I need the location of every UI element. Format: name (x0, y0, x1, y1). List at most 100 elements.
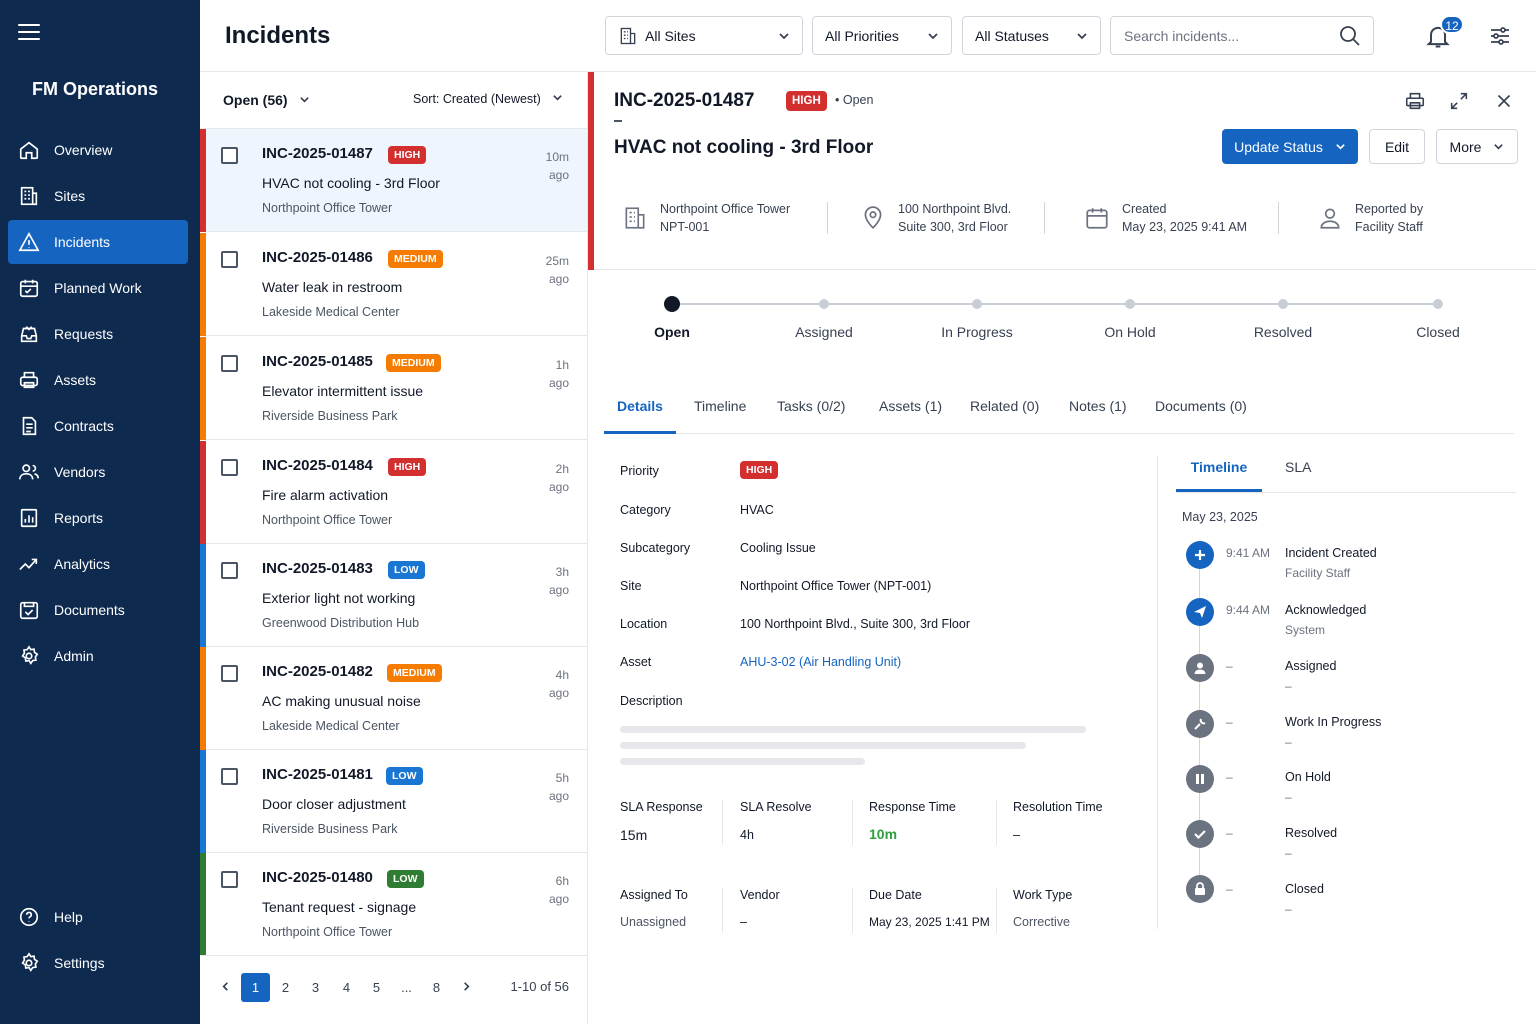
priority-badge: HIGH (786, 91, 827, 111)
calendar-icon (1086, 208, 1108, 229)
nav-item-label: Settings (54, 955, 105, 971)
incident-card[interactable]: INC-2025-01485 MEDIUM Elevator intermitt… (200, 337, 587, 440)
meta-reporter: Reported by Facility Staff (1317, 200, 1423, 236)
age-value: 4h (555, 668, 569, 682)
field-label: Priority (620, 464, 659, 478)
select-checkbox[interactable] (221, 251, 238, 268)
incident-card[interactable]: INC-2025-01486 MEDIUM Water leak in rest… (200, 233, 587, 336)
expand-icon[interactable] (1448, 90, 1470, 112)
nav-item-label: Assets (54, 372, 97, 388)
menu-icon[interactable] (18, 24, 40, 42)
more-label: More (1449, 138, 1482, 155)
chevron-down-icon (1336, 144, 1345, 150)
nav-item-admin[interactable]: Admin (8, 634, 188, 678)
site-filter-dropdown[interactable]: All Sites (605, 16, 803, 55)
priority-badge: LOW (387, 870, 424, 888)
page-button[interactable]: 1 (241, 973, 270, 1002)
select-checkbox[interactable] (221, 665, 238, 682)
select-checkbox[interactable] (221, 147, 238, 164)
select-checkbox[interactable] (221, 355, 238, 372)
meta-address: 100 Northpoint Blvd. Suite 300, 3rd Floor (860, 200, 1011, 236)
incident-title: Exterior light not working (262, 590, 416, 606)
priority-badge: HIGH (740, 461, 779, 479)
sliders-icon[interactable] (1488, 24, 1512, 48)
open-filter-dropdown[interactable]: Open (56) (223, 92, 310, 108)
nav-item-settings[interactable]: Settings (8, 941, 188, 985)
tab-timeline[interactable]: Timeline (694, 398, 746, 434)
nav-item-vendors[interactable]: Vendors (8, 450, 188, 494)
detail-tabs: Details Timeline Tasks (0/2) Assets (1) … (604, 386, 1514, 434)
nav-item-overview[interactable]: Overview (8, 128, 188, 172)
select-checkbox[interactable] (221, 459, 238, 476)
prev-page-button[interactable] (211, 973, 240, 1002)
page-button[interactable]: 8 (422, 973, 451, 1002)
edit-button[interactable]: Edit (1369, 129, 1425, 164)
tab-notes[interactable]: Notes (1) (1069, 398, 1127, 434)
age-suffix: ago (548, 376, 569, 390)
meta-site: Northpoint Office Tower NPT-001 (622, 200, 790, 236)
incident-id: INC-2025-01483 (262, 560, 373, 577)
incident-card[interactable]: INC-2025-01481 LOW Door closer adjustmen… (200, 750, 587, 853)
timeline-sub: – (1285, 735, 1292, 749)
age-suffix: ago (548, 168, 569, 182)
incident-id: INC-2025-01480 (262, 869, 373, 886)
incident-card[interactable]: INC-2025-01482 MEDIUM AC making unusual … (200, 647, 587, 750)
tab-timeline-side[interactable]: Timeline (1176, 459, 1262, 492)
timeline-sub: – (1285, 902, 1292, 916)
incident-card[interactable]: INC-2025-01487 HIGH HVAC not cooling - 3… (200, 129, 587, 232)
asset-link[interactable]: AHU-3-02 (Air Handling Unit) (740, 655, 901, 669)
tab-tasks[interactable]: Tasks (0/2) (777, 398, 845, 434)
nav-item-assets[interactable]: Assets (8, 358, 188, 402)
timeline-title: Assigned (1285, 659, 1337, 673)
search-icon[interactable] (1338, 24, 1362, 48)
sort-label: Sort: Created (Newest) (413, 92, 541, 106)
field-value: Cooling Issue (740, 541, 816, 555)
nav-item-help[interactable]: Help (8, 895, 188, 939)
page-button[interactable]: 4 (332, 973, 361, 1002)
incident-title: Elevator intermittent issue (262, 383, 424, 399)
nav-item-label: Contracts (54, 418, 114, 434)
incident-card[interactable]: INC-2025-01480 LOW Tenant request - sign… (200, 853, 587, 956)
next-page-button[interactable] (452, 973, 481, 1002)
select-checkbox[interactable] (221, 871, 238, 888)
page-button[interactable]: 3 (301, 973, 330, 1002)
nav-item-planned-work[interactable]: Planned Work (8, 266, 188, 310)
incident-card[interactable]: INC-2025-01484 HIGH Fire alarm activatio… (200, 441, 587, 544)
nav-item-contracts[interactable]: Contracts (8, 404, 188, 448)
page-button[interactable]: 5 (362, 973, 391, 1002)
incident-card[interactable]: INC-2025-01483 LOW Exterior light not wo… (200, 544, 587, 647)
folder-icon (19, 601, 39, 620)
select-checkbox[interactable] (221, 562, 238, 579)
print-icon[interactable] (1404, 90, 1426, 112)
gear-icon (21, 645, 39, 665)
more-button[interactable]: More (1436, 129, 1518, 164)
incident-id: INC-2025-01486 (262, 249, 373, 266)
tab-related[interactable]: Related (0) (970, 398, 1039, 434)
field-label: Description (620, 694, 683, 708)
incident-age: 5h ago (529, 769, 569, 805)
page-button[interactable]: 2 (271, 973, 300, 1002)
select-checkbox[interactable] (221, 768, 238, 785)
priority-filter-dropdown[interactable]: All Priorities (812, 16, 952, 55)
help-icon (19, 907, 39, 927)
step-dot (1433, 299, 1443, 309)
tab-assets[interactable]: Assets (1) (879, 398, 942, 434)
nav-item-reports[interactable]: Reports (8, 496, 188, 540)
tab-details[interactable]: Details (604, 398, 676, 434)
update-status-button[interactable]: Update Status (1222, 129, 1358, 164)
status-filter-dropdown[interactable]: All Statuses (962, 16, 1101, 55)
nav-item-requests[interactable]: Requests (8, 312, 188, 356)
nav-item-documents[interactable]: Documents (8, 588, 188, 632)
priority-bar (200, 750, 206, 853)
list-header: Open (56) Sort: Created (Newest) (200, 72, 588, 129)
nav-item-incidents[interactable]: Incidents (8, 220, 188, 264)
sort-dropdown[interactable]: Sort: Created (Newest) (413, 92, 563, 106)
close-icon[interactable] (1493, 90, 1515, 112)
search-input[interactable] (1110, 16, 1374, 55)
tab-documents[interactable]: Documents (0) (1155, 398, 1247, 434)
tab-sla[interactable]: SLA (1285, 459, 1311, 492)
nav-item-sites[interactable]: Sites (8, 174, 188, 218)
timeline-sub: – (1285, 790, 1292, 804)
divider (852, 800, 853, 845)
nav-item-analytics[interactable]: Analytics (8, 542, 188, 586)
